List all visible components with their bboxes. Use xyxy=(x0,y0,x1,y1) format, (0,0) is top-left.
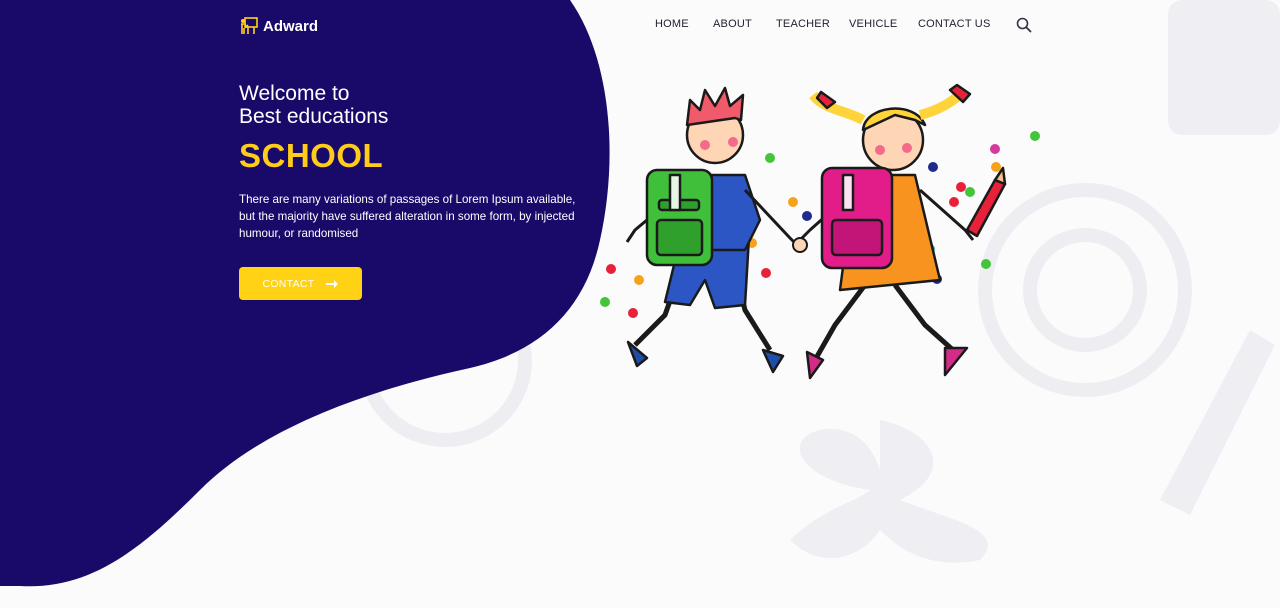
nav-item-contact-us[interactable]: CONTACT US xyxy=(918,18,991,30)
nav-item-home[interactable]: HOME xyxy=(655,18,689,30)
hero-welcome-line-1: Welcome to xyxy=(239,82,350,105)
contact-button-label: CONTACT xyxy=(262,277,315,290)
school-kids-illustration xyxy=(600,83,1040,380)
teacher-board-icon xyxy=(241,17,258,34)
hero-headline: SCHOOL xyxy=(239,137,384,174)
joined-hands xyxy=(792,237,808,253)
brand-name: Adward xyxy=(263,17,319,35)
contact-button[interactable]: CONTACT xyxy=(239,267,362,300)
nav-item-teacher[interactable]: TEACHER xyxy=(776,18,830,30)
nav-item-vehicle[interactable]: VEHICLE xyxy=(849,18,897,30)
landing-page: Adward HOME ABOUT TEACHER VEHICLE CONTAC… xyxy=(0,0,1280,608)
nav-item-about[interactable]: ABOUT xyxy=(713,18,752,30)
boy-figure xyxy=(625,86,802,374)
girl-figure xyxy=(798,83,1007,380)
brand-logo[interactable]: Adward xyxy=(239,15,318,37)
hero-welcome-line-2: Best educations xyxy=(239,105,389,128)
search-icon[interactable] xyxy=(1015,16,1033,34)
main-nav: HOME ABOUT TEACHER VEHICLE CONTACT US xyxy=(640,16,1040,34)
hero-description: There are many variations of passages of… xyxy=(239,193,576,240)
arrow-right-icon xyxy=(325,279,338,288)
hero-welcome-heading: Welcome to Best educations xyxy=(239,82,388,128)
